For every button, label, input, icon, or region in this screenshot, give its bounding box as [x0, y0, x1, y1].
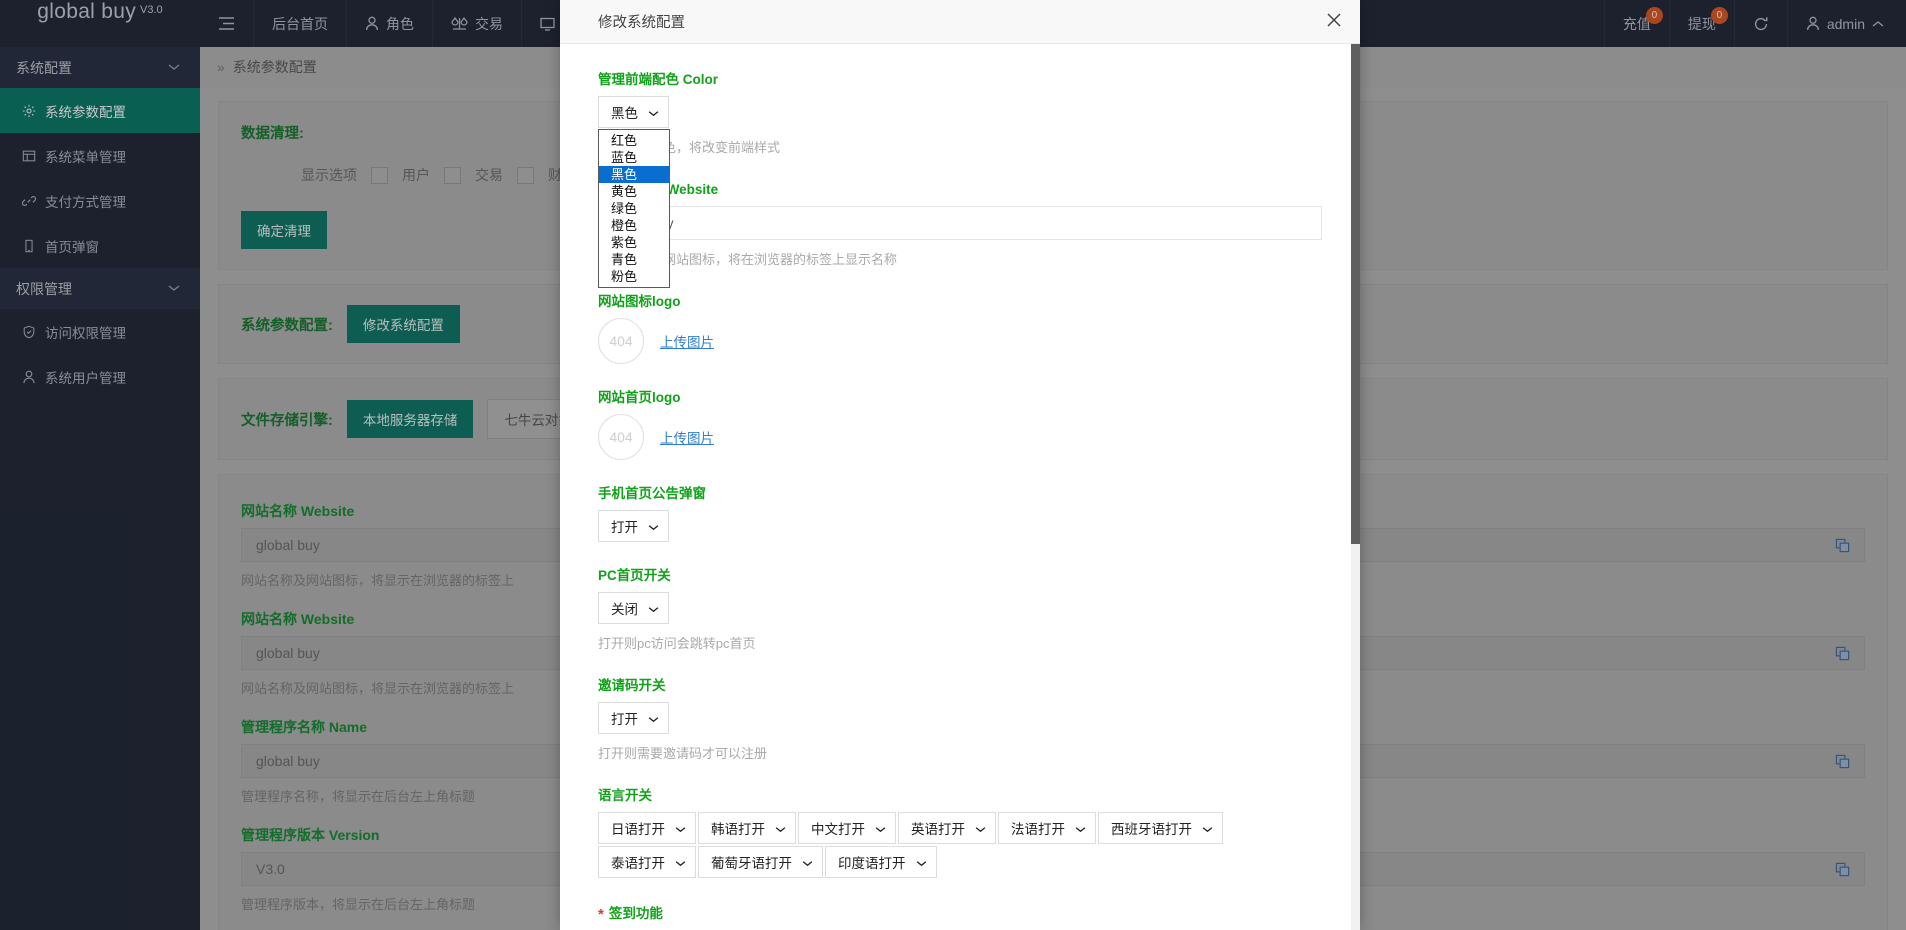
chevron-down-icon: [648, 711, 659, 726]
modal-scrollbar-thumb[interactable]: [1351, 44, 1360, 544]
required-marker: *: [598, 905, 604, 923]
color-option-蓝色[interactable]: 蓝色: [599, 149, 669, 166]
chevron-down-icon: [1202, 821, 1213, 836]
color-option-红色[interactable]: 红色: [599, 132, 669, 149]
field-hint: 网站名称及网站图标，将在浏览器的标签上显示名称: [598, 252, 898, 267]
field-language-switch: 语言开关 日语打开 韩语打开 中文打开 英语打开 法语打开 西班牙语打开泰语打开 葡萄牙语打…: [598, 784, 1322, 880]
edit-system-config-modal: 修改系统配置 管理前端配色 Color 黑色 红色 蓝色 黑色 黄色 绿色 橙色 紫色 青色粉…: [560, 0, 1360, 930]
modal-header: 修改系统配置: [560, 0, 1360, 44]
modal-body: 管理前端配色 Color 黑色 红色 蓝色 黑色 黄色 绿色 橙色 紫色 青色 粉色 管理前端配…: [560, 44, 1360, 930]
language-select-value: 西班牙语打开: [1111, 822, 1192, 837]
modal-scrollbar-track[interactable]: [1351, 44, 1360, 930]
field-label: * 网站名称 Website: [598, 178, 1322, 198]
field-label-text: 签到功能: [608, 906, 663, 921]
field-pc-home-switch: PC首页开关 关闭 打开则pc访问会跳转pc首页: [598, 564, 1322, 652]
language-select-value: 法语打开: [1011, 822, 1065, 837]
chevron-down-icon: [916, 855, 927, 870]
color-option-粉色[interactable]: 粉色: [599, 268, 669, 285]
language-select-2[interactable]: 中文打开: [798, 812, 896, 844]
language-select-value: 印度语打开: [838, 856, 906, 871]
chevron-down-icon: [975, 821, 986, 836]
color-option-紫色[interactable]: 紫色: [599, 234, 669, 251]
language-select-6[interactable]: 泰语打开: [598, 846, 696, 878]
field-label: PC首页开关: [598, 568, 671, 583]
language-select-1[interactable]: 韩语打开: [698, 812, 796, 844]
chevron-down-icon: [802, 855, 813, 870]
chevron-down-icon: [875, 821, 886, 836]
chevron-down-icon: [648, 601, 659, 616]
field-label: 语言开关: [598, 788, 652, 803]
language-select-7[interactable]: 葡萄牙语打开: [698, 846, 823, 878]
field-label: 邀请码开关: [598, 678, 666, 693]
favicon-preview-placeholder: 404: [598, 318, 644, 364]
chevron-down-icon: [1075, 821, 1086, 836]
close-icon[interactable]: [1326, 12, 1342, 31]
mobile-popup-select[interactable]: 打开: [598, 510, 669, 542]
chevron-down-icon: [648, 105, 659, 120]
color-dropdown-list[interactable]: 红色 蓝色 黑色 黄色 绿色 橙色 紫色 青色 粉色: [598, 129, 670, 288]
field-hint: 管理前端配色，将改变前端样式: [598, 140, 781, 155]
field-hint: 打开则需要邀请码才可以注册: [598, 746, 768, 761]
language-select-5[interactable]: 西班牙语打开: [1098, 812, 1223, 844]
language-select-value: 日语打开: [611, 822, 665, 837]
invite-code-value: 打开: [611, 712, 638, 727]
language-select-group: 日语打开 韩语打开 中文打开 英语打开 法语打开 西班牙语打开泰语打开 葡萄牙语打开 印度语打…: [598, 812, 1322, 880]
language-select-0[interactable]: 日语打开: [598, 812, 696, 844]
color-option-黑色[interactable]: 黑色: [599, 166, 669, 183]
language-select-3[interactable]: 英语打开: [898, 812, 996, 844]
field-label: 手机首页公告弹窗: [598, 486, 706, 501]
language-select-value: 英语打开: [911, 822, 965, 837]
field-hint: 打开则pc访问会跳转pc首页: [598, 636, 756, 651]
pc-home-select[interactable]: 关闭: [598, 592, 669, 624]
color-select[interactable]: 黑色: [598, 96, 669, 128]
mobile-popup-value: 打开: [611, 520, 638, 535]
field-home-logo: 网站首页logo 404 上传图片: [598, 386, 1322, 460]
favicon-upload-link[interactable]: 上传图片: [660, 331, 714, 351]
field-frontend-color: 管理前端配色 Color 黑色 红色 蓝色 黑色 黄色 绿色 橙色 紫色 青色 粉色 管理前端配…: [598, 68, 1322, 288]
chevron-down-icon: [775, 821, 786, 836]
chevron-down-icon: [675, 855, 686, 870]
website-name-input[interactable]: global buy: [598, 206, 1322, 240]
field-label: * 签到功能: [598, 902, 1322, 922]
field-invite-code-switch: 邀请码开关 打开 打开则需要邀请码才可以注册: [598, 674, 1322, 762]
language-select-value: 韩语打开: [711, 822, 765, 837]
language-select-8[interactable]: 印度语打开: [825, 846, 937, 878]
chevron-down-icon: [648, 519, 659, 534]
language-select-value: 中文打开: [811, 822, 865, 837]
color-option-黄色[interactable]: 黄色: [599, 183, 669, 200]
pc-home-value: 关闭: [611, 602, 638, 617]
language-select-value: 葡萄牙语打开: [711, 856, 792, 871]
field-mobile-popup: 手机首页公告弹窗 打开: [598, 482, 1322, 542]
invite-code-select[interactable]: 打开: [598, 702, 669, 734]
field-signin-feature: * 签到功能 1: [598, 902, 1322, 930]
chevron-down-icon: [675, 821, 686, 836]
field-label: 网站首页logo: [598, 390, 681, 405]
color-select-value: 黑色: [611, 106, 638, 121]
field-label: 管理前端配色 Color: [598, 72, 718, 87]
homelogo-preview-placeholder: 404: [598, 414, 644, 460]
color-option-绿色[interactable]: 绿色: [599, 200, 669, 217]
modal-title: 修改系统配置: [598, 15, 685, 31]
field-label: 网站图标logo: [598, 294, 681, 309]
homelogo-upload-link[interactable]: 上传图片: [660, 427, 714, 447]
color-option-青色[interactable]: 青色: [599, 251, 669, 268]
language-select-4[interactable]: 法语打开: [998, 812, 1096, 844]
language-select-value: 泰语打开: [611, 856, 665, 871]
field-website-name: * 网站名称 Website global buy 网站名称及网站图标，将在浏览…: [598, 178, 1322, 268]
field-favicon-logo: 网站图标logo 404 上传图片: [598, 290, 1322, 364]
color-option-橙色[interactable]: 橙色: [599, 217, 669, 234]
